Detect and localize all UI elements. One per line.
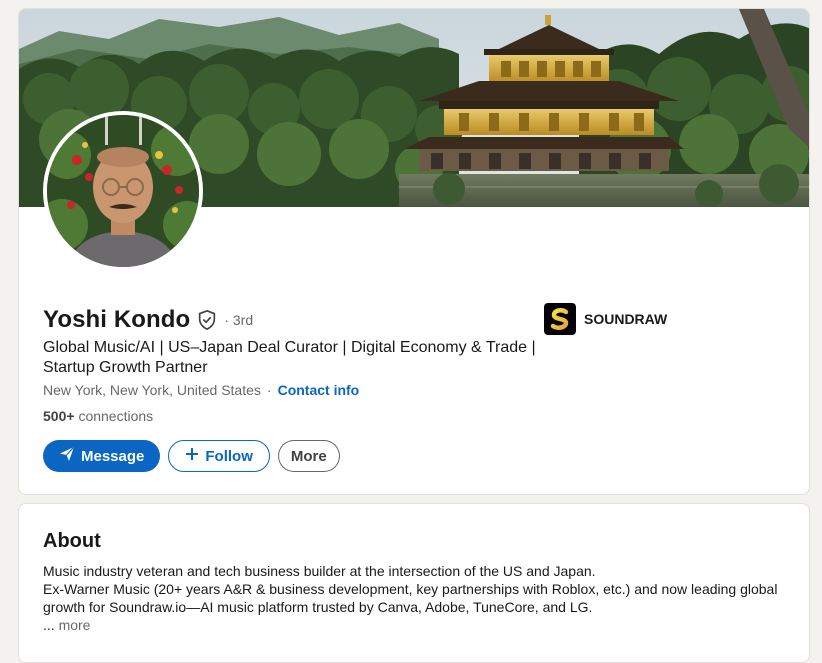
about-heading: About — [43, 530, 101, 552]
profile-photo[interactable] — [43, 111, 203, 271]
about-card: About Music industry veteran and tech bu… — [18, 503, 810, 663]
connection-degree: · 3rd — [224, 312, 254, 328]
about-line: Ex-Warner Music (20+ years A&R & busines… — [43, 581, 778, 615]
follow-button-label: Follow — [205, 447, 253, 465]
profile-location: New York, New York, United States — [43, 382, 261, 398]
plus-icon — [185, 447, 199, 465]
current-company-link[interactable]: SOUNDRAW — [544, 303, 667, 335]
profile-card: Yoshi Kondo · 3rd Global Music/AI | US–J… — [18, 8, 810, 495]
location-row: New York, New York, United States · Cont… — [43, 382, 359, 398]
follow-button[interactable]: Follow — [168, 440, 270, 472]
shield-check-icon[interactable] — [196, 309, 218, 331]
connections-number: 500+ — [43, 408, 75, 424]
about-line: Music industry veteran and tech business… — [43, 563, 596, 579]
about-more-row: ... more — [43, 616, 783, 634]
ellipsis: ... — [43, 617, 59, 633]
contact-info-link[interactable]: Contact info — [278, 382, 360, 398]
soundraw-logo-icon — [544, 303, 576, 335]
about-text: Music industry veteran and tech business… — [43, 562, 783, 634]
name-row: Yoshi Kondo · 3rd — [43, 306, 253, 334]
paper-plane-icon — [59, 446, 75, 466]
more-actions-button[interactable]: More — [277, 440, 340, 472]
see-more-link[interactable]: more — [59, 617, 91, 633]
message-button-label: Message — [81, 447, 145, 465]
connections-label: connections — [78, 408, 154, 424]
message-button[interactable]: Message — [43, 440, 161, 472]
company-name: SOUNDRAW — [584, 311, 668, 327]
connections-count[interactable]: 500+ connections — [43, 408, 153, 424]
separator-dot: · — [266, 382, 272, 398]
more-button-label: More — [290, 447, 327, 465]
profile-headline: Global Music/AI | US–Japan Deal Curator … — [43, 339, 536, 376]
profile-name: Yoshi Kondo — [43, 306, 191, 333]
profile-actions: Message Follow More — [43, 440, 340, 472]
